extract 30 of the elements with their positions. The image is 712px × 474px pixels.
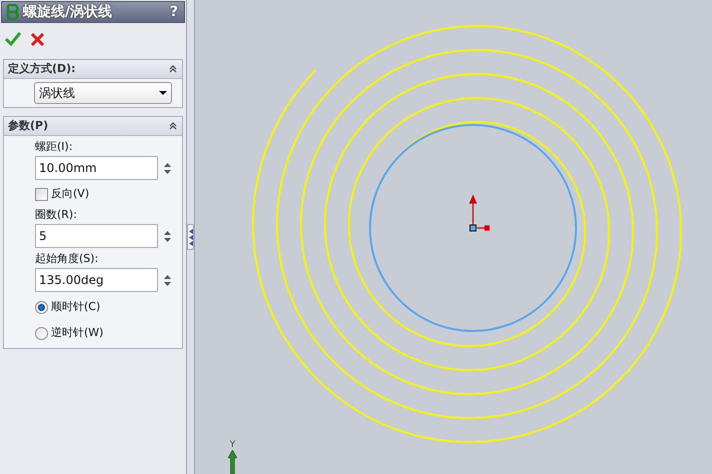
- collapse-icon[interactable]: [168, 121, 178, 131]
- radio-button[interactable]: [35, 326, 48, 340]
- spin-buttons[interactable]: [162, 162, 172, 174]
- number-field[interactable]: 5: [35, 224, 158, 248]
- help-button[interactable]: ?: [170, 2, 181, 22]
- radio-label: 顺时针(C): [51, 298, 100, 315]
- section-header[interactable]: 参数(P): [4, 117, 182, 136]
- field-label: 起始角度(S):: [35, 252, 100, 266]
- dropdown-arrow-icon: [159, 91, 167, 95]
- axis-label: Y: [230, 440, 236, 450]
- axis-arrow-icon: [228, 450, 237, 474]
- collapse-arrows-icon: [188, 228, 192, 246]
- number-field[interactable]: 10.00mm: [35, 156, 158, 180]
- collapse-icon[interactable]: [168, 64, 178, 74]
- number-field[interactable]: 135.00deg: [35, 268, 158, 292]
- field-label: 圈数(R):: [35, 208, 78, 222]
- checkmark-icon[interactable]: [5, 32, 21, 46]
- panel-title: 螺旋线/涡状线: [23, 2, 114, 22]
- checkbox[interactable]: [35, 188, 48, 200]
- field-label: 螺距(I):: [35, 140, 74, 154]
- radio-button[interactable]: [35, 300, 48, 314]
- origin-drawing: [469, 194, 490, 232]
- panel-toggle-tab[interactable]: [187, 224, 194, 250]
- dropdown[interactable]: 涡状线: [34, 82, 172, 104]
- radio-label: 逆时针(W): [51, 324, 104, 341]
- spin-buttons[interactable]: [162, 230, 172, 242]
- checkbox-label: 反向(V): [51, 186, 90, 202]
- spin-buttons[interactable]: [162, 274, 172, 286]
- section-header[interactable]: 定义方式(D):: [4, 60, 182, 79]
- close-icon[interactable]: [31, 32, 44, 46]
